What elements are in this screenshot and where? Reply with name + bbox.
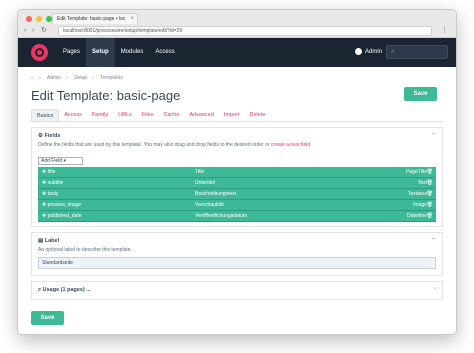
usage-heading[interactable]: ⌕ Usage (1 pages) ... bbox=[38, 286, 436, 295]
field-name: ✥ published_date bbox=[42, 213, 82, 219]
usage-panel[interactable]: ⌕ Usage (1 pages) ... › bbox=[31, 281, 443, 300]
browser-chrome: Edit Template: basic-page • loc × ‹ › ↻ … bbox=[18, 10, 456, 38]
browser-tab[interactable]: Edit Template: basic-page • loc × bbox=[52, 13, 138, 24]
field-name: ✥ body bbox=[42, 191, 59, 197]
reload-icon[interactable]: ↻ bbox=[41, 25, 47, 37]
main-nav: Pages Setup Modules Access bbox=[57, 38, 181, 67]
field-row[interactable]: ✥ title Title PageTitle 🗑 bbox=[38, 167, 436, 178]
field-row[interactable]: ✥ subtitle Untertitel Text 🗑 bbox=[38, 178, 436, 189]
tab-cache[interactable]: Cache bbox=[159, 109, 185, 121]
fields-heading[interactable]: ⚙ Fields bbox=[38, 132, 436, 141]
breadcrumb: ⌂ › Admin › Setup › Templates bbox=[31, 75, 123, 81]
field-type: Text bbox=[417, 180, 427, 186]
tab-basics[interactable]: Basics bbox=[31, 109, 60, 121]
admin-topbar: Pages Setup Modules Access Admin ⌕ bbox=[18, 38, 456, 67]
label-heading[interactable]: ▤ Label bbox=[38, 237, 436, 246]
field-type: Image bbox=[413, 202, 427, 208]
tab-delete[interactable]: Delete bbox=[245, 109, 271, 121]
field-label: Veröffentlichungsdatum bbox=[195, 213, 248, 219]
label-description: An optional label to describe this templ… bbox=[38, 247, 132, 253]
main-content: ⌂ › Admin › Setup › Templates Edit Template… bbox=[18, 67, 456, 325]
field-type: Datetime bbox=[406, 213, 427, 219]
trash-icon[interactable]: 🗑 bbox=[427, 200, 433, 211]
search-icon: ⌕ bbox=[38, 287, 42, 293]
template-tabs: Basics Access Family URLs Files Cache Ad… bbox=[31, 109, 443, 122]
window-controls bbox=[26, 16, 52, 22]
processwire-logo[interactable] bbox=[31, 44, 48, 61]
collapse-icon[interactable]: ⌃ bbox=[431, 237, 436, 244]
tab-close-icon[interactable]: × bbox=[130, 14, 134, 24]
field-name: ✥ subtitle bbox=[42, 180, 64, 186]
browser-window: Edit Template: basic-page • loc × ‹ › ↻ … bbox=[17, 9, 457, 335]
nav-access[interactable]: Access bbox=[149, 38, 180, 67]
tab-advanced[interactable]: Advanced bbox=[184, 109, 218, 121]
field-row[interactable]: ✥ preview_image Vorschaubild Image 🗑 bbox=[38, 200, 436, 211]
browser-nav-row: ‹ › ↻ localhost:8001/processwire/setup/t… bbox=[18, 25, 456, 37]
add-field-select[interactable]: Add Field ▾ bbox=[38, 157, 83, 165]
nav-setup[interactable]: Setup bbox=[86, 38, 115, 67]
field-label: Vorschaubild bbox=[195, 202, 224, 208]
address-bar[interactable]: localhost:8001/processwire/setup/templat… bbox=[58, 26, 432, 36]
breadcrumb-templates[interactable]: Templates bbox=[100, 75, 123, 81]
tab-import[interactable]: Import bbox=[219, 109, 245, 121]
nav-modules[interactable]: Modules bbox=[115, 38, 150, 67]
label-panel: ▤ Label ⌃ An optional label to describe … bbox=[31, 232, 443, 276]
label-icon: ▤ bbox=[38, 238, 44, 244]
tab-family[interactable]: Family bbox=[87, 109, 113, 121]
save-button-top[interactable]: Save bbox=[404, 87, 437, 101]
title-row: Edit Template: basic-page Save bbox=[31, 87, 443, 109]
trash-icon[interactable]: 🗑 bbox=[427, 178, 433, 189]
gear-icon: ⚙ bbox=[38, 133, 43, 139]
label-input[interactable]: Standardseite bbox=[38, 257, 436, 269]
chevron-down-icon: ▾ bbox=[63, 158, 67, 164]
field-row[interactable]: ✥ published_date Veröffentlichungsdatum Da… bbox=[38, 211, 436, 222]
minimize-window-button[interactable] bbox=[36, 16, 42, 22]
collapse-icon[interactable]: ⌃ bbox=[431, 132, 436, 139]
fields-panel: ⚙ Fields ⌃ Define the fields that are us… bbox=[31, 127, 443, 227]
close-window-button[interactable] bbox=[26, 16, 32, 22]
field-row[interactable]: ✥ body Beschreibungstext Textarea 🗑 bbox=[38, 189, 436, 200]
save-button-bottom[interactable]: Save bbox=[31, 311, 64, 325]
tab-files[interactable]: Files bbox=[137, 109, 159, 121]
page-title: Edit Template: basic-page bbox=[31, 88, 181, 103]
search-input[interactable]: ⌕ bbox=[386, 45, 448, 59]
field-type: Textarea bbox=[407, 191, 427, 197]
create-field-link[interactable]: create a new field bbox=[271, 142, 310, 148]
field-label: Untertitel bbox=[195, 180, 216, 186]
breadcrumb-setup[interactable]: Setup bbox=[74, 75, 87, 81]
browser-tab-title: Edit Template: basic-page • loc bbox=[57, 16, 126, 22]
field-label: Title bbox=[195, 169, 205, 175]
field-name: ✥ preview_image bbox=[42, 202, 82, 208]
trash-icon[interactable]: 🗑 bbox=[427, 167, 433, 178]
breadcrumb-admin[interactable]: Admin bbox=[47, 75, 61, 81]
back-icon[interactable]: ‹ bbox=[24, 25, 26, 37]
field-label: Beschreibungstext bbox=[195, 191, 237, 197]
user-name: Admin bbox=[364, 49, 382, 55]
forward-icon[interactable]: › bbox=[32, 25, 34, 37]
search-icon: ⌕ bbox=[391, 49, 395, 55]
tab-urls[interactable]: URLs bbox=[113, 109, 137, 121]
nav-pages[interactable]: Pages bbox=[57, 38, 86, 67]
tab-access[interactable]: Access bbox=[59, 109, 87, 121]
user-menu[interactable]: Admin bbox=[354, 38, 382, 67]
browser-menu-icon[interactable]: ⋮ bbox=[441, 25, 448, 37]
home-icon[interactable]: ⌂ bbox=[31, 75, 34, 81]
field-list: ✥ title Title PageTitle 🗑 ✥ subtitle Untertit… bbox=[38, 167, 436, 222]
expand-icon[interactable]: › bbox=[434, 286, 436, 292]
field-name: ✥ title bbox=[42, 169, 56, 175]
field-type: PageTitle bbox=[406, 169, 427, 175]
user-icon bbox=[354, 47, 362, 55]
fields-description: Define the fields that are used by this … bbox=[38, 142, 312, 148]
trash-icon[interactable]: 🗑 bbox=[427, 211, 433, 222]
trash-icon[interactable]: 🗑 bbox=[427, 189, 433, 200]
